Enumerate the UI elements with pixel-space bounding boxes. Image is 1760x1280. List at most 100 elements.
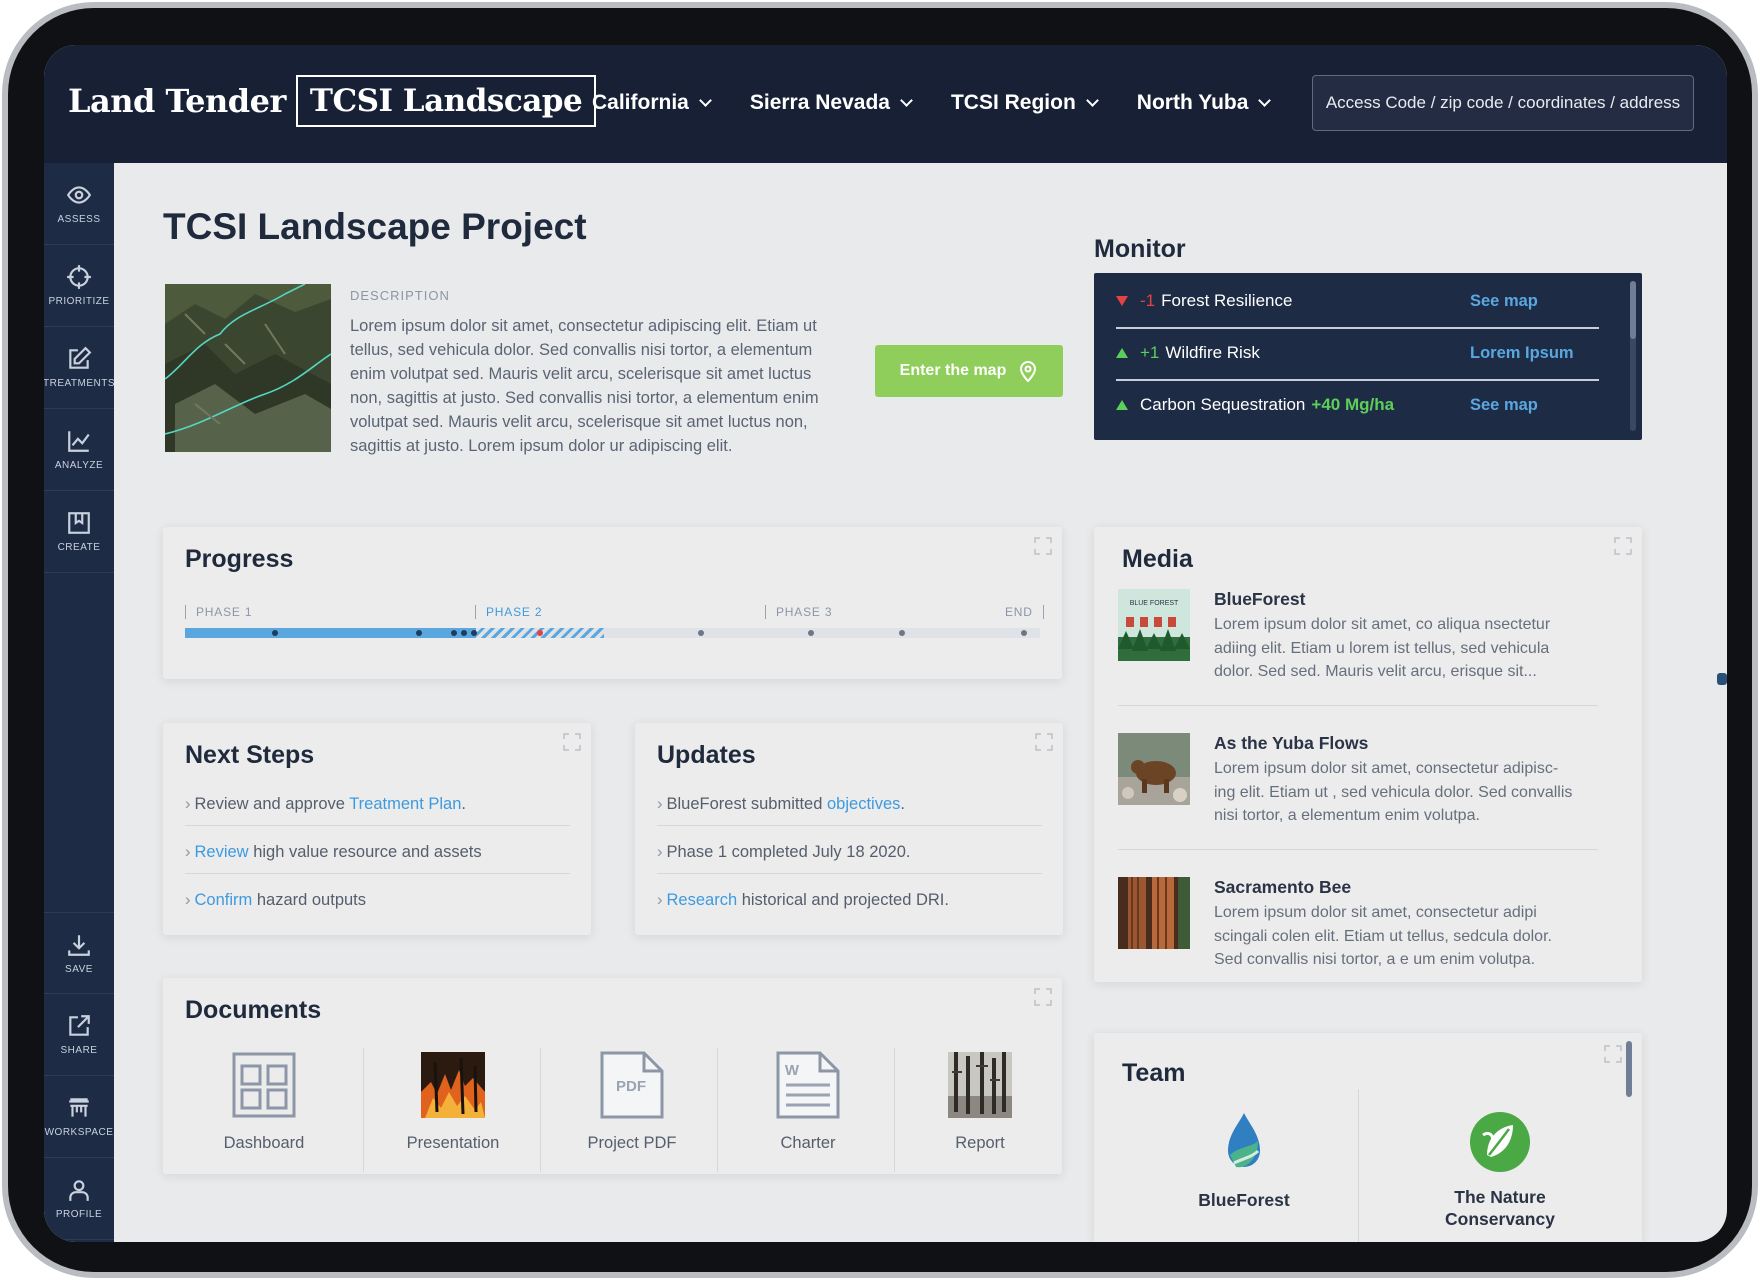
- scrollbar-thumb[interactable]: [1630, 281, 1636, 339]
- documents-title: Documents: [185, 996, 322, 1024]
- step-link[interactable]: Treatment Plan: [349, 795, 461, 813]
- update-text: Phase 1 completed July 18 2020.: [666, 843, 911, 861]
- step-link[interactable]: Confirm: [195, 891, 253, 909]
- milestone-dot[interactable]: [272, 630, 278, 636]
- enter-map-button[interactable]: Enter the map: [875, 345, 1063, 397]
- media-item[interactable]: Sacramento Bee Lorem ipsum dolor sit ame…: [1118, 877, 1583, 977]
- milestone-dot[interactable]: [461, 630, 467, 636]
- expand-icon[interactable]: [1034, 537, 1052, 555]
- nav-label: California: [592, 91, 689, 114]
- expand-icon[interactable]: [1034, 988, 1052, 1006]
- expand-icon[interactable]: [1614, 537, 1632, 555]
- lorem-ipsum-link[interactable]: Lorem Ipsum: [1470, 344, 1574, 363]
- sidebar-item-workspace[interactable]: WORKSPACE: [44, 1076, 114, 1158]
- pdf-icon-text: PDF: [616, 1078, 646, 1095]
- document-charter[interactable]: W Charter: [729, 1050, 887, 1170]
- word-icon-text: W: [785, 1062, 800, 1079]
- sidebar-item-profile[interactable]: PROFILE: [44, 1158, 114, 1240]
- next-step-item[interactable]: › Confirm hazard outputs: [185, 891, 570, 924]
- milestone-dot[interactable]: [899, 630, 905, 636]
- nav-region[interactable]: Sierra Nevada: [750, 91, 913, 115]
- step-text: high value resource and assets: [248, 843, 482, 861]
- expand-icon[interactable]: [563, 733, 581, 751]
- update-text: historical and projected DRI.: [737, 891, 949, 909]
- current-milestone-dot[interactable]: [537, 630, 543, 636]
- milestone-dot[interactable]: [1021, 630, 1027, 636]
- sidebar-label: TREATMENTS: [44, 378, 116, 389]
- team-member-nature-conservancy[interactable]: The Nature Conservancy: [1420, 1111, 1580, 1242]
- document-report[interactable]: Report: [901, 1050, 1059, 1170]
- sidebar-item-share[interactable]: SHARE: [44, 994, 114, 1076]
- chevron-right-icon: ›: [657, 843, 663, 861]
- sidebar-item-assess[interactable]: ASSESS: [44, 163, 114, 245]
- access-code-input[interactable]: Access Code / zip code / coordinates / a…: [1312, 75, 1694, 131]
- document-label: Report: [955, 1134, 1005, 1152]
- document-presentation[interactable]: Presentation: [374, 1050, 532, 1170]
- chevron-down-icon: [900, 93, 913, 107]
- row-divider: [185, 825, 570, 826]
- update-item[interactable]: › BlueForest submitted objectives.: [657, 795, 1042, 828]
- document-label: Dashboard: [223, 1134, 305, 1152]
- brand[interactable]: Land Tender TCSI Landscape: [68, 75, 597, 127]
- row-divider: [1118, 705, 1598, 706]
- monitor-title: Monitor: [1094, 235, 1186, 263]
- chevron-right-icon: ›: [185, 843, 191, 861]
- update-link[interactable]: Research: [667, 891, 738, 909]
- sidebar-item-treatments[interactable]: TREATMENTS: [44, 327, 116, 409]
- team-card: Team BlueForest The Nature Conservancy: [1094, 1033, 1642, 1242]
- update-link[interactable]: objectives: [827, 795, 900, 813]
- expand-icon[interactable]: [1604, 1045, 1622, 1063]
- milestone-dot[interactable]: [471, 630, 477, 636]
- sidebar-item-save[interactable]: SAVE: [44, 912, 114, 994]
- step-link[interactable]: Review: [195, 843, 249, 861]
- next-step-item[interactable]: › Review and approve Treatment Plan.: [185, 795, 570, 828]
- page-title: TCSI Landscape Project: [163, 206, 587, 247]
- chevron-right-icon: ›: [185, 891, 191, 909]
- update-item[interactable]: › Research historical and projected DRI.: [657, 891, 1042, 924]
- metric-label: Forest Resilience: [1161, 291, 1293, 310]
- document-project-pdf[interactable]: PDF Project PDF: [553, 1050, 711, 1170]
- tablet-bezel: Land Tender TCSI Landscape California Si…: [8, 8, 1752, 1272]
- document-dashboard[interactable]: Dashboard: [185, 1050, 343, 1170]
- update-item[interactable]: › Phase 1 completed July 18 2020.: [657, 843, 1042, 876]
- share-icon: [69, 1015, 90, 1036]
- sidebar-item-create[interactable]: CREATE: [44, 491, 114, 573]
- chevron-right-icon: ›: [185, 795, 191, 813]
- nav-subregion[interactable]: TCSI Region: [951, 91, 1099, 115]
- nav-state[interactable]: California: [592, 91, 712, 115]
- milestone-dot[interactable]: [698, 630, 704, 636]
- milestone-dot[interactable]: [808, 630, 814, 636]
- monitor-row-carbon-sequestration: Carbon Sequestration +40 Mg/ha See map: [1116, 381, 1599, 429]
- milestone-dot[interactable]: [416, 630, 422, 636]
- media-item-title: BlueForest: [1214, 589, 1306, 609]
- media-item[interactable]: As the Yuba Flows Lorem ipsum dolor sit …: [1118, 733, 1583, 863]
- team-member-blueforest[interactable]: BlueForest: [1154, 1111, 1334, 1242]
- update-text: .: [900, 795, 905, 813]
- metric-label: Carbon Sequestration: [1140, 395, 1306, 414]
- next-step-item[interactable]: › Review high value resource and assets: [185, 843, 570, 876]
- sidebar: ASSESS PRIORITIZE TREATMENTS ANALYZE CRE…: [44, 163, 116, 1242]
- media-item[interactable]: BLUE FOREST BlueForest Lorem ipsum dolor…: [1118, 589, 1583, 719]
- nav-label: North Yuba: [1136, 91, 1249, 114]
- sidebar-label: ASSESS: [57, 214, 101, 225]
- sidebar-label: PROFILE: [55, 1209, 103, 1220]
- see-map-link[interactable]: See map: [1470, 292, 1538, 311]
- update-text: BlueForest submitted: [666, 795, 827, 813]
- blueforest-logo-icon: [1228, 1113, 1260, 1168]
- column-divider: [540, 1048, 541, 1172]
- description-label: DESCRIPTION: [350, 288, 450, 303]
- see-map-link[interactable]: See map: [1470, 396, 1538, 415]
- nav-watershed[interactable]: North Yuba: [1136, 91, 1272, 115]
- phase-label-end: END: [1005, 605, 1044, 619]
- sidebar-item-prioritize[interactable]: PRIORITIZE: [44, 245, 114, 327]
- scrollbar-thumb[interactable]: [1626, 1041, 1632, 1097]
- sidebar-item-analyze[interactable]: ANALYZE: [44, 409, 114, 491]
- device-side-button: [1717, 673, 1727, 685]
- user-icon: [69, 1180, 89, 1201]
- expand-icon[interactable]: [1035, 733, 1053, 751]
- media-card: Media BLUE FOREST BlueForest Lorem ipsum…: [1094, 527, 1642, 982]
- project-map-thumbnail[interactable]: [165, 284, 331, 452]
- row-divider: [185, 873, 570, 874]
- step-text: hazard outputs: [252, 891, 367, 909]
- milestone-dot[interactable]: [451, 630, 457, 636]
